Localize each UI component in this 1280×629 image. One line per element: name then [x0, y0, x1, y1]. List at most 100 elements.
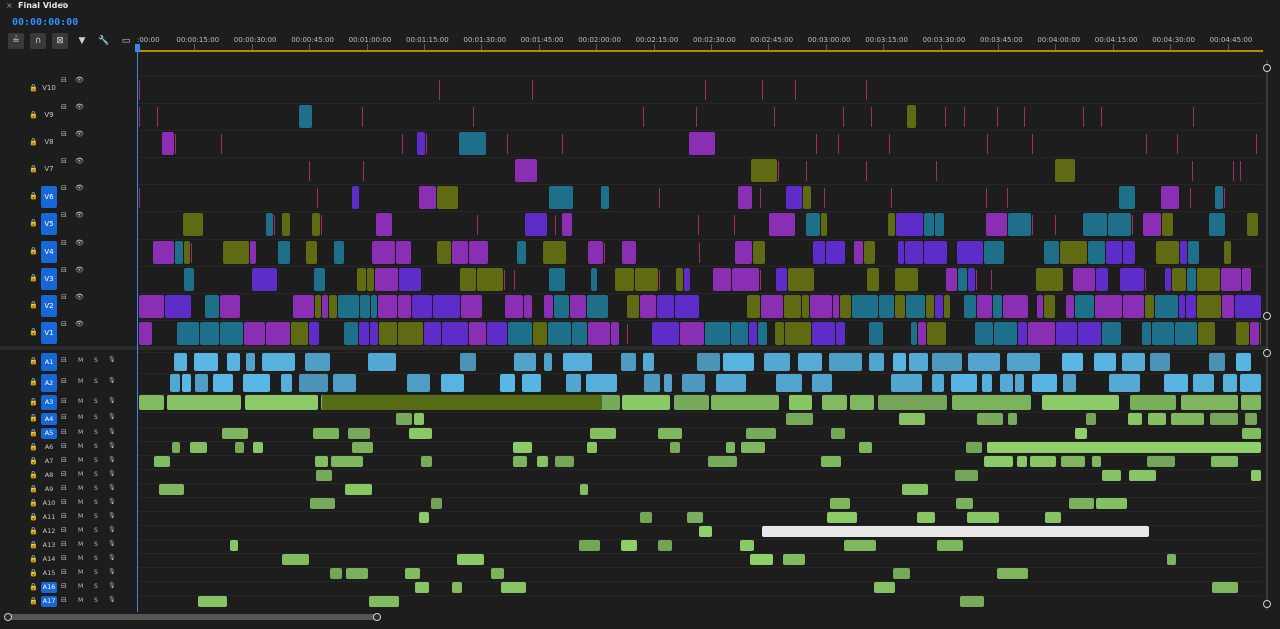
voice-over-record-icon[interactable]: 🎙 [108, 356, 116, 363]
video-clip[interactable] [399, 268, 421, 291]
video-clip[interactable] [412, 295, 432, 318]
video-clip[interactable] [986, 213, 1007, 236]
solo-track-button[interactable]: S [94, 555, 98, 562]
video-clip[interactable] [1008, 213, 1031, 236]
video-clip[interactable] [437, 186, 458, 209]
video-clip[interactable] [821, 213, 827, 236]
solo-track-button[interactable]: S [94, 569, 98, 576]
sync-lock-icon[interactable]: ⊟ [61, 239, 67, 247]
audio-clip[interactable] [190, 442, 207, 453]
audio-clip[interactable] [1069, 498, 1094, 509]
video-clip[interactable] [615, 268, 634, 291]
track-lock-icon[interactable]: 🔒 [29, 457, 38, 465]
audio-clip[interactable] [369, 596, 399, 607]
audio-clip[interactable] [330, 568, 342, 579]
toggle-track-output-eye-icon[interactable]: 👁 [75, 320, 84, 328]
mute-track-button[interactable]: M [78, 443, 83, 450]
solo-track-button[interactable]: S [94, 513, 98, 520]
audio-clip[interactable] [723, 353, 754, 371]
video-clip[interactable] [852, 295, 878, 318]
video-clip[interactable] [993, 295, 1002, 318]
toggle-track-output-eye-icon[interactable]: 👁 [75, 184, 84, 192]
video-clip[interactable] [749, 322, 757, 345]
video-clip[interactable] [544, 295, 553, 318]
video-clip[interactable] [675, 295, 699, 318]
horizontal-zoom-scrollbar[interactable] [6, 614, 378, 620]
audio-clip[interactable] [1094, 353, 1116, 371]
video-clip[interactable] [359, 322, 369, 345]
video-clip[interactable] [1102, 322, 1121, 345]
audio-clip[interactable] [844, 540, 876, 551]
audio-clip[interactable] [859, 442, 872, 453]
video-clip[interactable] [713, 268, 731, 291]
video-clip[interactable] [775, 322, 784, 345]
video-scroll-bottom-handle[interactable] [1263, 312, 1271, 320]
sync-lock-icon[interactable]: ⊟ [61, 211, 67, 219]
audio-clip[interactable] [544, 353, 552, 371]
audio-clip[interactable] [1000, 374, 1013, 392]
track-lock-icon[interactable]: 🔒 [29, 414, 38, 422]
video-clip[interactable] [1188, 241, 1199, 264]
audio-clip[interactable] [966, 442, 982, 453]
voice-over-record-icon[interactable]: 🎙 [108, 498, 116, 505]
video-clip[interactable] [611, 322, 619, 345]
mute-track-button[interactable]: M [78, 414, 83, 421]
video-clip[interactable] [968, 268, 975, 291]
track-lock-icon[interactable]: 🔒 [29, 471, 38, 479]
toggle-track-output-eye-icon[interactable]: 👁 [75, 157, 84, 165]
voice-over-record-icon[interactable]: 🎙 [108, 470, 116, 477]
video-clip[interactable] [517, 241, 526, 264]
video-clip[interactable] [293, 295, 314, 318]
video-clip[interactable] [312, 213, 320, 236]
audio-clip[interactable] [170, 374, 180, 392]
track-label-v5[interactable]: V5 [41, 213, 57, 235]
solo-track-button[interactable]: S [94, 414, 98, 421]
video-clip[interactable] [1247, 213, 1258, 236]
track-label-a6[interactable]: A6 [41, 442, 57, 453]
voice-over-record-icon[interactable]: 🎙 [108, 442, 116, 449]
sync-lock-icon[interactable]: ⊟ [61, 442, 67, 450]
video-clip[interactable] [338, 295, 359, 318]
vertical-scrollbar[interactable] [1266, 60, 1268, 610]
audio-clip[interactable] [711, 395, 779, 410]
audio-clip[interactable] [902, 484, 928, 495]
toggle-track-output-eye-icon[interactable]: 👁 [75, 103, 84, 111]
video-clip[interactable] [1060, 241, 1087, 264]
video-clip[interactable] [508, 322, 532, 345]
video-clip[interactable] [867, 268, 879, 291]
audio-clip[interactable] [746, 428, 776, 439]
video-clip[interactable] [784, 295, 801, 318]
track-lock-icon[interactable]: 🔒 [29, 219, 38, 227]
audio-clip[interactable] [305, 353, 330, 371]
video-clip[interactable] [572, 322, 587, 345]
voice-over-record-icon[interactable]: 🎙 [108, 596, 116, 603]
video-clip[interactable] [958, 268, 967, 291]
vertical-scroll-top-handle[interactable] [1263, 64, 1271, 72]
video-clip[interactable] [785, 322, 811, 345]
video-clip[interactable] [477, 268, 503, 291]
audio-clip[interactable] [1007, 353, 1040, 371]
video-clip[interactable] [549, 268, 565, 291]
audio-clip[interactable] [699, 526, 712, 537]
video-clip[interactable] [266, 213, 273, 236]
video-clip[interactable] [153, 241, 174, 264]
sync-lock-icon[interactable]: ⊟ [61, 582, 67, 590]
mute-track-button[interactable]: M [78, 527, 83, 534]
sync-lock-icon[interactable]: ⊟ [61, 484, 67, 492]
audio-clip[interactable] [235, 442, 244, 453]
audio-clip[interactable] [1032, 374, 1057, 392]
video-clip[interactable] [588, 322, 610, 345]
video-clip[interactable] [898, 241, 904, 264]
sync-lock-icon[interactable]: ⊟ [61, 266, 67, 274]
track-label-a1[interactable]: A1 [41, 353, 57, 371]
track-label-a3[interactable]: A3 [41, 395, 57, 410]
audio-clip[interactable] [310, 498, 335, 509]
audio-clip[interactable] [643, 353, 654, 371]
video-clip[interactable] [299, 105, 312, 128]
audio-clip[interactable] [776, 374, 802, 392]
audio-clip[interactable] [282, 554, 309, 565]
audio-clip[interactable] [315, 456, 328, 467]
audio-clip[interactable] [348, 428, 370, 439]
audio-clip[interactable] [658, 428, 682, 439]
mute-track-button[interactable]: M [78, 569, 83, 576]
